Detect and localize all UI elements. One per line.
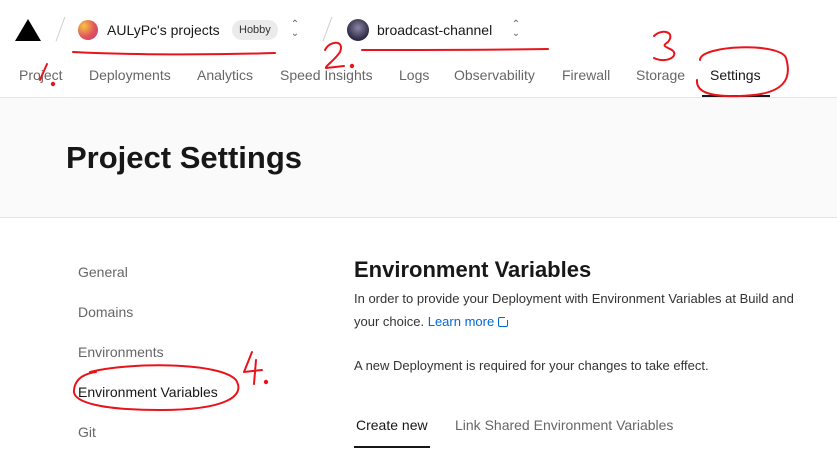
top-bar: AULyPc's projects Hobby ⌃ ⌄ broadcast-cha… (0, 0, 837, 58)
tab-firewall[interactable]: Firewall (562, 67, 610, 83)
sidebar-item-git[interactable]: Git (78, 424, 96, 440)
team-switcher-chevron-icon[interactable]: ⌃ ⌄ (289, 20, 301, 39)
team-name[interactable]: AULyPc's projects (107, 22, 220, 38)
description-prefix: your choice. (354, 314, 425, 329)
tab-observability[interactable]: Observability (454, 67, 535, 83)
page-title: Project Settings (66, 140, 302, 175)
active-tab-indicator (702, 95, 770, 97)
learn-more-link[interactable]: Learn more (428, 314, 494, 329)
plan-badge: Hobby (232, 20, 278, 40)
subtab-create-new[interactable]: Create new (356, 417, 428, 433)
sidebar-item-domains[interactable]: Domains (78, 304, 133, 320)
annotation-dot-4 (263, 379, 269, 385)
tab-deployments[interactable]: Deployments (89, 67, 171, 83)
project-avatar[interactable] (347, 19, 369, 41)
tab-project[interactable]: Project (19, 67, 63, 83)
section-description-line-2: your choice. Learn more (354, 314, 510, 329)
tab-settings[interactable]: Settings (710, 67, 761, 83)
sidebar-item-environments[interactable]: Environments (78, 344, 164, 360)
redeploy-notice: A new Deployment is required for your ch… (354, 358, 709, 373)
sidebar-item-environment-variables[interactable]: Environment Variables (78, 384, 218, 400)
vercel-logo-icon[interactable] (15, 19, 41, 41)
team-avatar[interactable] (78, 20, 98, 40)
sidebar-item-general[interactable]: General (78, 264, 128, 280)
active-subtab-indicator (354, 446, 430, 448)
project-tabs: Project Deployments Analytics Speed Insi… (0, 58, 837, 98)
subtab-link-shared[interactable]: Link Shared Environment Variables (455, 417, 673, 433)
project-name[interactable]: broadcast-channel (377, 22, 492, 38)
tab-analytics[interactable]: Analytics (197, 67, 253, 83)
section-title: Environment Variables (354, 257, 592, 282)
section-description-line-1: In order to provide your Deployment with… (354, 291, 794, 306)
tab-logs[interactable]: Logs (399, 67, 429, 83)
project-switcher-chevron-icon[interactable]: ⌃ ⌄ (510, 20, 522, 39)
page-header: Project Settings (0, 98, 837, 218)
breadcrumb-separator (55, 16, 66, 42)
tab-storage[interactable]: Storage (636, 67, 685, 83)
annotation-number-4 (243, 351, 263, 385)
breadcrumb-separator (322, 16, 333, 42)
external-link-icon[interactable] (498, 316, 510, 327)
tab-speed-insights[interactable]: Speed Insights (280, 67, 373, 83)
